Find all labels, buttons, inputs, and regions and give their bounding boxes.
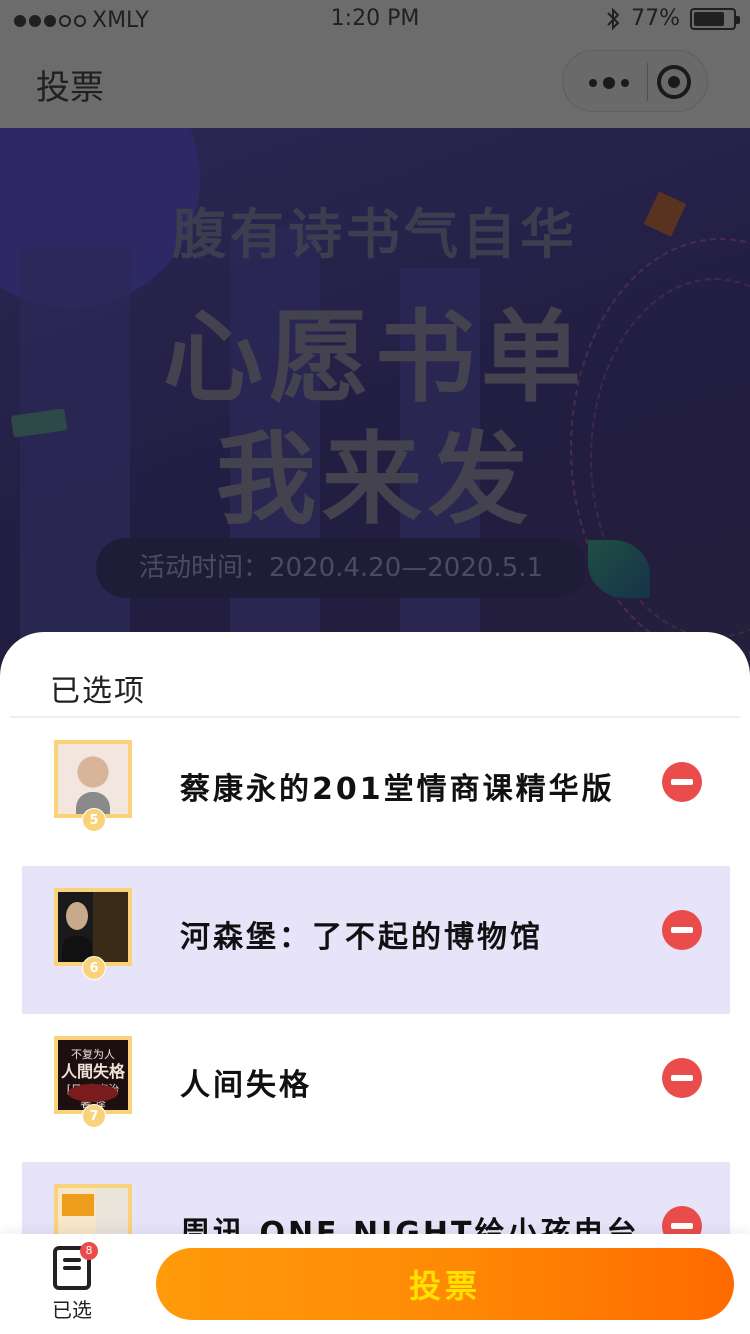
rank-badge: 6 (82, 956, 106, 980)
list-item: 5 蔡康永的201堂情商课精华版 (22, 718, 730, 866)
list-item: 6 河森堡：了不起的博物馆 (22, 866, 730, 1014)
bottom-bar: 8 已选 投票 (0, 1234, 750, 1334)
more-dots-icon[interactable] (589, 77, 629, 89)
page-title: 投票 (36, 68, 104, 108)
bluetooth-icon (607, 7, 620, 30)
sheet-title: 已选项 (50, 674, 146, 709)
battery-percent: 77% (631, 6, 680, 31)
event-period: 活动时间：2020.4.20—2020.5.1 (96, 538, 586, 598)
capsule-divider (647, 63, 648, 101)
mini-program-capsule (562, 50, 708, 112)
rank-badge: 7 (82, 1104, 106, 1128)
vote-button[interactable]: 投票 (156, 1248, 734, 1320)
selected-items-sheet: 已选项 5 蔡康永的201堂情商课精华版 6 河森堡：了不起的博物馆 不复为人 … (0, 632, 750, 1334)
item-title: 河森堡：了不起的博物馆 (180, 920, 543, 955)
list-item: 不复为人 人間失格 [日]太宰治 著 译 7 人间失格 (22, 1014, 730, 1162)
status-bar: XMLY 1:20 PM 77% (0, 0, 750, 40)
item-title: 蔡康永的201堂情商课精华版 (180, 772, 615, 807)
selected-tab[interactable]: 8 已选 (42, 1242, 102, 1326)
nav-bar: 投票 (0, 40, 750, 128)
battery-icon (690, 7, 740, 30)
book-cover (54, 888, 132, 966)
book-cover (54, 740, 132, 818)
event-banner: 腹有诗书气自华 心愿书单 我来发 活动时间：2020.4.20—2020.5.1 (0, 128, 750, 688)
selected-list: 5 蔡康永的201堂情商课精华版 6 河森堡：了不起的博物馆 不复为人 人間失格… (22, 718, 730, 1310)
cover-text: 不复为人 人間失格 [日]太宰治 著 译 (60, 1048, 125, 1110)
remove-button[interactable] (662, 910, 702, 950)
rank-badge: 5 (82, 808, 106, 832)
selected-count-badge: 8 (80, 1242, 98, 1260)
book-cover: 不复为人 人間失格 [日]太宰治 著 译 (54, 1036, 132, 1114)
target-icon[interactable] (657, 65, 691, 99)
remove-button[interactable] (662, 1058, 702, 1098)
status-right: 77% (605, 6, 740, 31)
remove-button[interactable] (662, 762, 702, 802)
selected-tab-label: 已选 (52, 1298, 92, 1322)
banner-headline: 我来发 (216, 421, 534, 538)
item-title: 人间失格 (180, 1068, 312, 1103)
banner-subtitle: 腹有诗书气自华 (172, 203, 578, 266)
